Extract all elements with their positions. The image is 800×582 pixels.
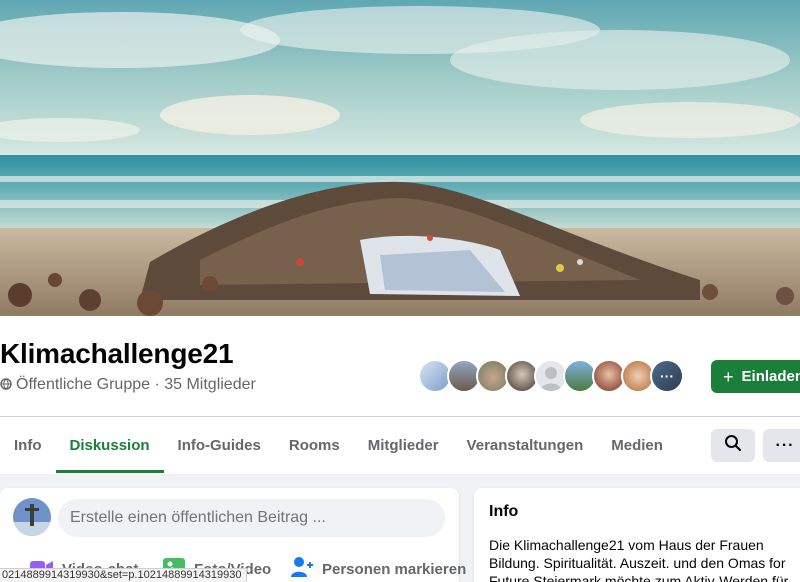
tab-info[interactable]: Info (0, 417, 56, 473)
info-card-title: Info (489, 503, 519, 520)
cover-photo-image (0, 0, 800, 316)
member-avatars[interactable]: ··· (418, 359, 684, 393)
tab-info-guides[interactable]: Info-Guides (164, 417, 275, 473)
group-tabs: Info Diskussion Info-Guides Rooms Mitgli… (0, 417, 677, 473)
info-card-description: Die Klimachallenge21 vom Haus der Frauen… (489, 537, 789, 582)
group-meta: Öffentliche Gruppe · 35 Mitglieder (0, 376, 256, 394)
plus-icon: + (723, 366, 734, 387)
cover-photo[interactable] (0, 0, 800, 316)
tab-veranstaltungen[interactable]: Veranstaltungen (453, 417, 598, 473)
tab-medien[interactable]: Medien (597, 417, 677, 473)
tag-people-button[interactable]: Personen markieren (290, 556, 466, 582)
more-members-button[interactable]: ··· (650, 359, 684, 393)
tab-diskussion[interactable]: Diskussion (55, 417, 164, 473)
user-avatar[interactable] (13, 498, 51, 536)
tab-mitglieder[interactable]: Mitglieder (354, 417, 453, 473)
group-privacy-members: Öffentliche Gruppe · 35 Mitglieder (16, 376, 256, 393)
group-name[interactable]: Klimachallenge21 (0, 338, 234, 370)
search-icon (724, 434, 742, 457)
tag-people-icon (290, 555, 314, 582)
globe-icon (0, 377, 12, 393)
link-status-bar: 0214889914319930&set=p.10214889914319930 (0, 568, 247, 582)
invite-label: Einladen (741, 368, 800, 385)
more-options-button[interactable]: ··· (763, 429, 800, 462)
create-post-input[interactable] (58, 499, 445, 537)
tag-people-label: Personen markieren (322, 560, 467, 578)
tab-rooms[interactable]: Rooms (275, 417, 354, 473)
group-search-button[interactable] (711, 429, 755, 462)
invite-button[interactable]: + Einladen (711, 360, 800, 393)
